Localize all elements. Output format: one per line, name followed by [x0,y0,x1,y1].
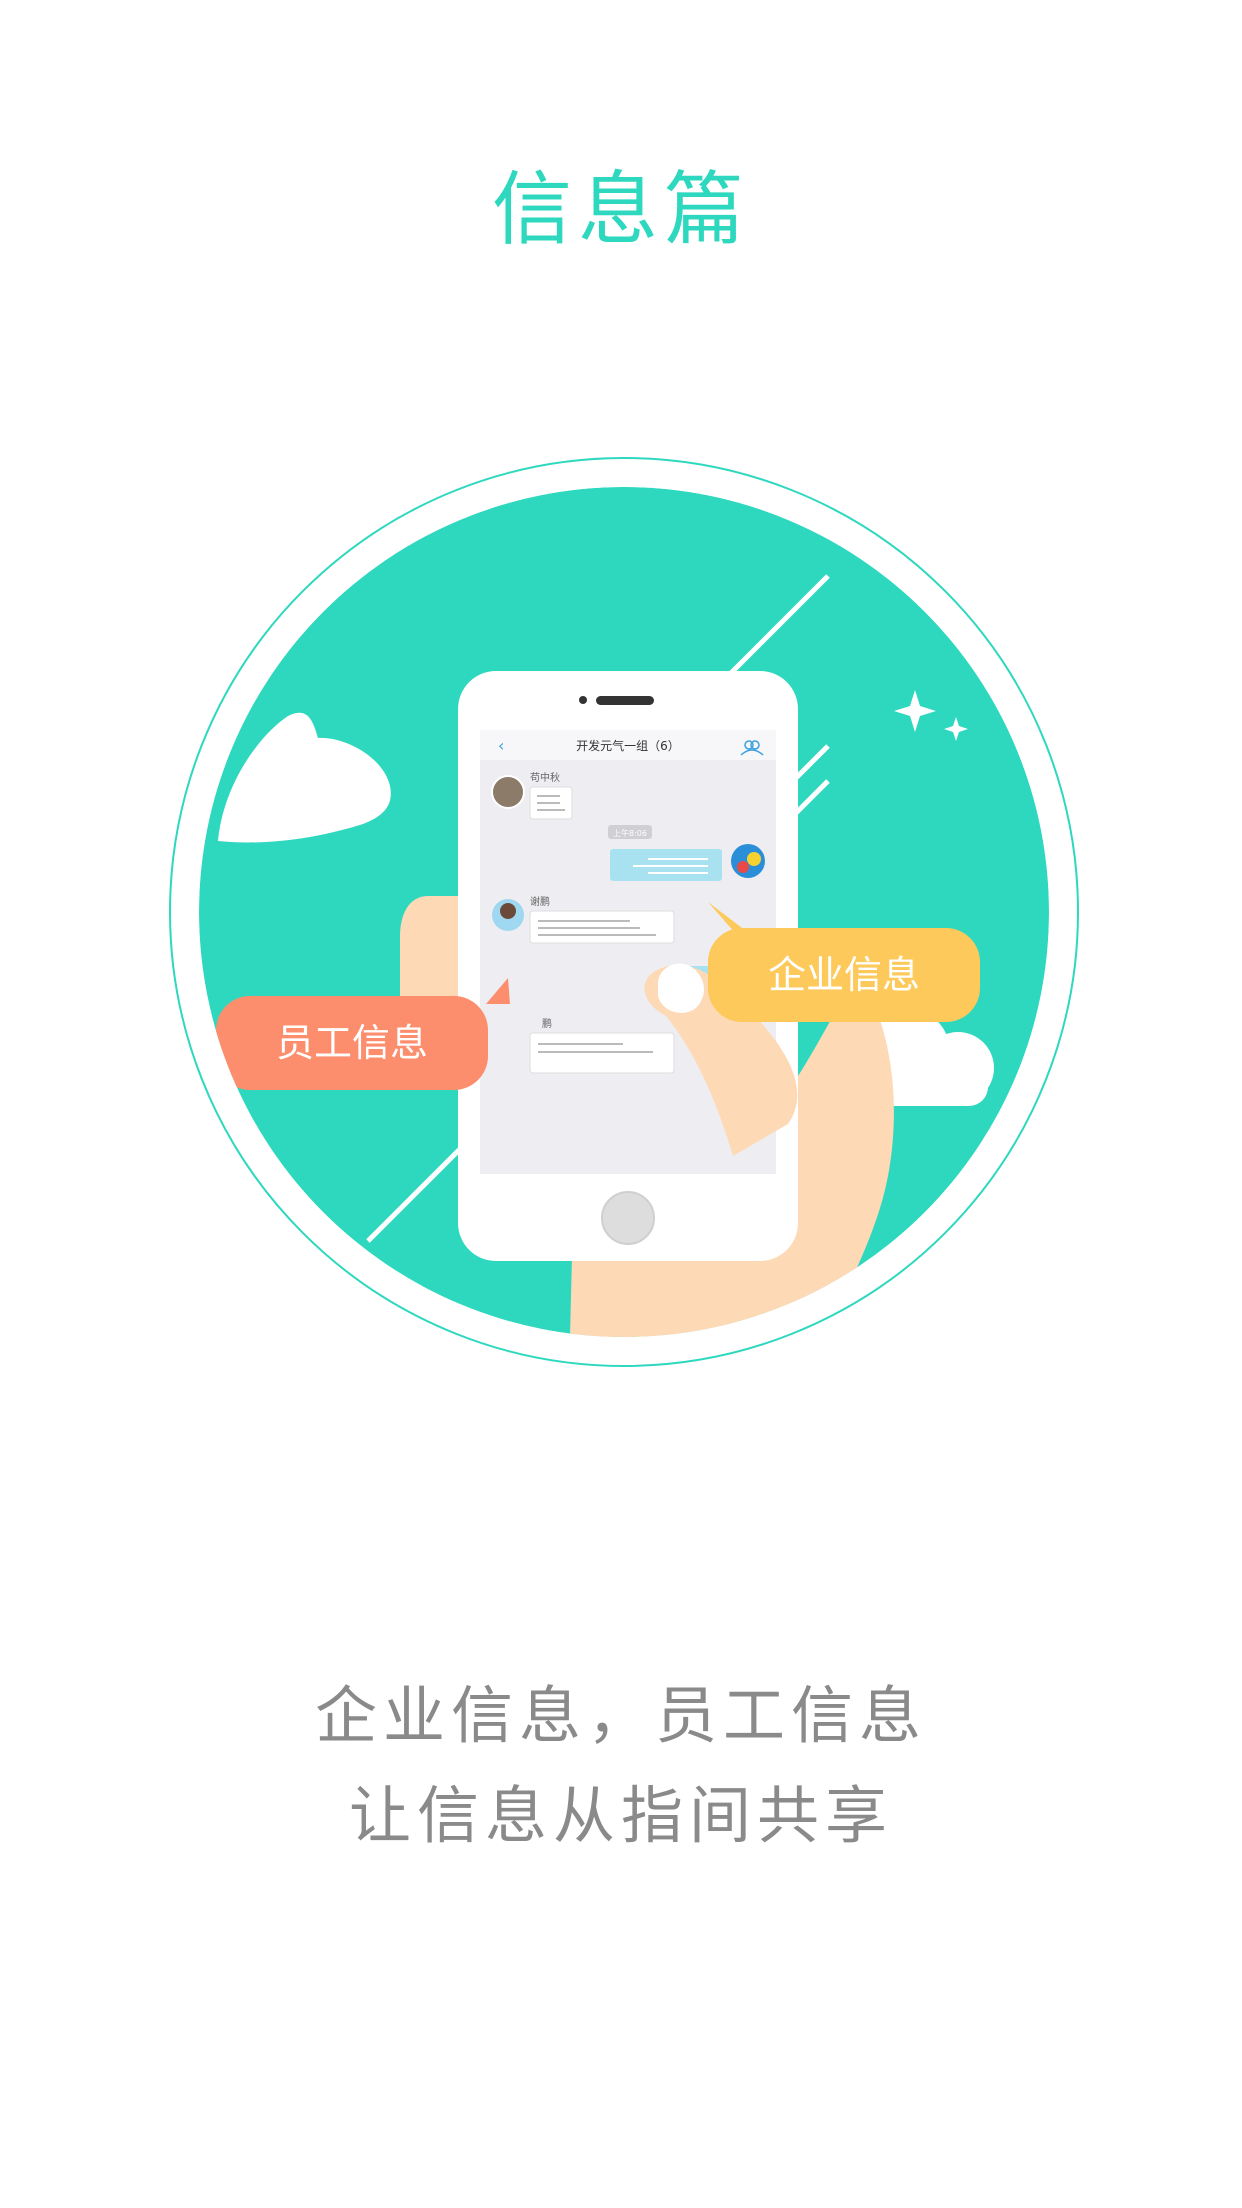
employee-bubble-label: 员工信息 [276,1021,428,1065]
sender-name: 鹏 [542,1017,552,1030]
home-button [601,1191,655,1245]
chat-timestamp: 上午8:06 [613,828,647,838]
sender-name: 谢鹏 [530,895,550,908]
phone-speaker [596,696,654,705]
enterprise-bubble-label: 企业信息 [768,953,920,997]
tagline-line1: 企业信息，员工信息 [314,1679,927,1752]
tagline-line2: 让信息从指间共享 [348,1779,893,1852]
chat-title: 开发元气一组（6） [576,738,680,753]
page-title: 信息篇 [492,163,750,256]
svg-text:‹: ‹ [498,736,504,755]
hero-illustration: ‹ 开发元气一组（6） 苟中秋 上午8:06 谢鹏 鹏 企业信息 员工信息 [168,456,1080,1368]
sender-name: 苟中秋 [530,771,560,784]
